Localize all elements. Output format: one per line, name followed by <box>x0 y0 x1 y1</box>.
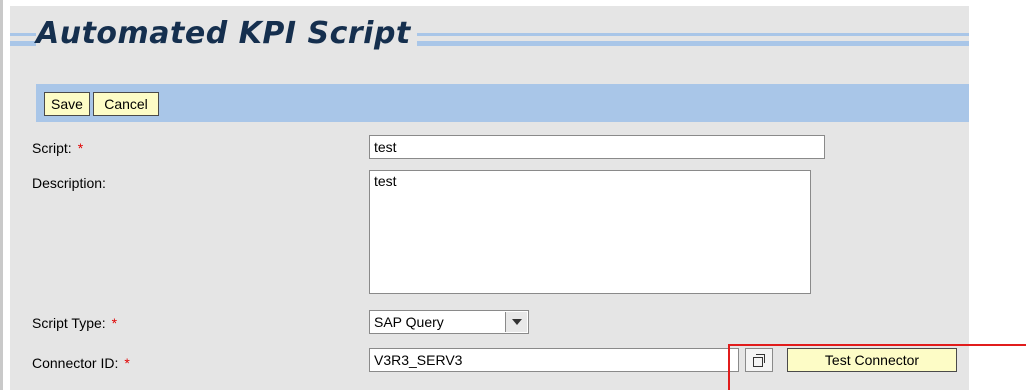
required-marker: * <box>111 315 118 331</box>
cancel-button[interactable]: Cancel <box>93 92 159 116</box>
connector-id-label: Connector ID: * <box>32 355 130 371</box>
connector-id-input[interactable] <box>369 348 739 372</box>
script-label: Script: * <box>32 140 83 156</box>
script-type-label-text: Script Type: <box>32 315 106 331</box>
script-type-select[interactable]: SAP Query <box>369 310 529 334</box>
connector-id-label-text: Connector ID: <box>32 355 119 371</box>
script-type-label: Script Type: * <box>32 315 117 331</box>
script-input[interactable] <box>369 135 825 159</box>
required-marker: * <box>124 355 130 371</box>
chevron-down-icon[interactable] <box>505 312 527 332</box>
toolbar: Save Cancel <box>36 84 969 122</box>
required-marker: * <box>77 140 84 156</box>
highlight-annotation <box>728 344 1026 390</box>
description-label: Description: <box>32 175 106 191</box>
description-textarea[interactable]: test <box>369 170 811 294</box>
script-label-text: Script: <box>32 140 72 156</box>
page-title: Automated KPI Script <box>36 16 417 51</box>
window-left-border <box>0 0 3 390</box>
save-button[interactable]: Save <box>44 92 90 116</box>
script-type-selected: SAP Query <box>374 314 444 330</box>
